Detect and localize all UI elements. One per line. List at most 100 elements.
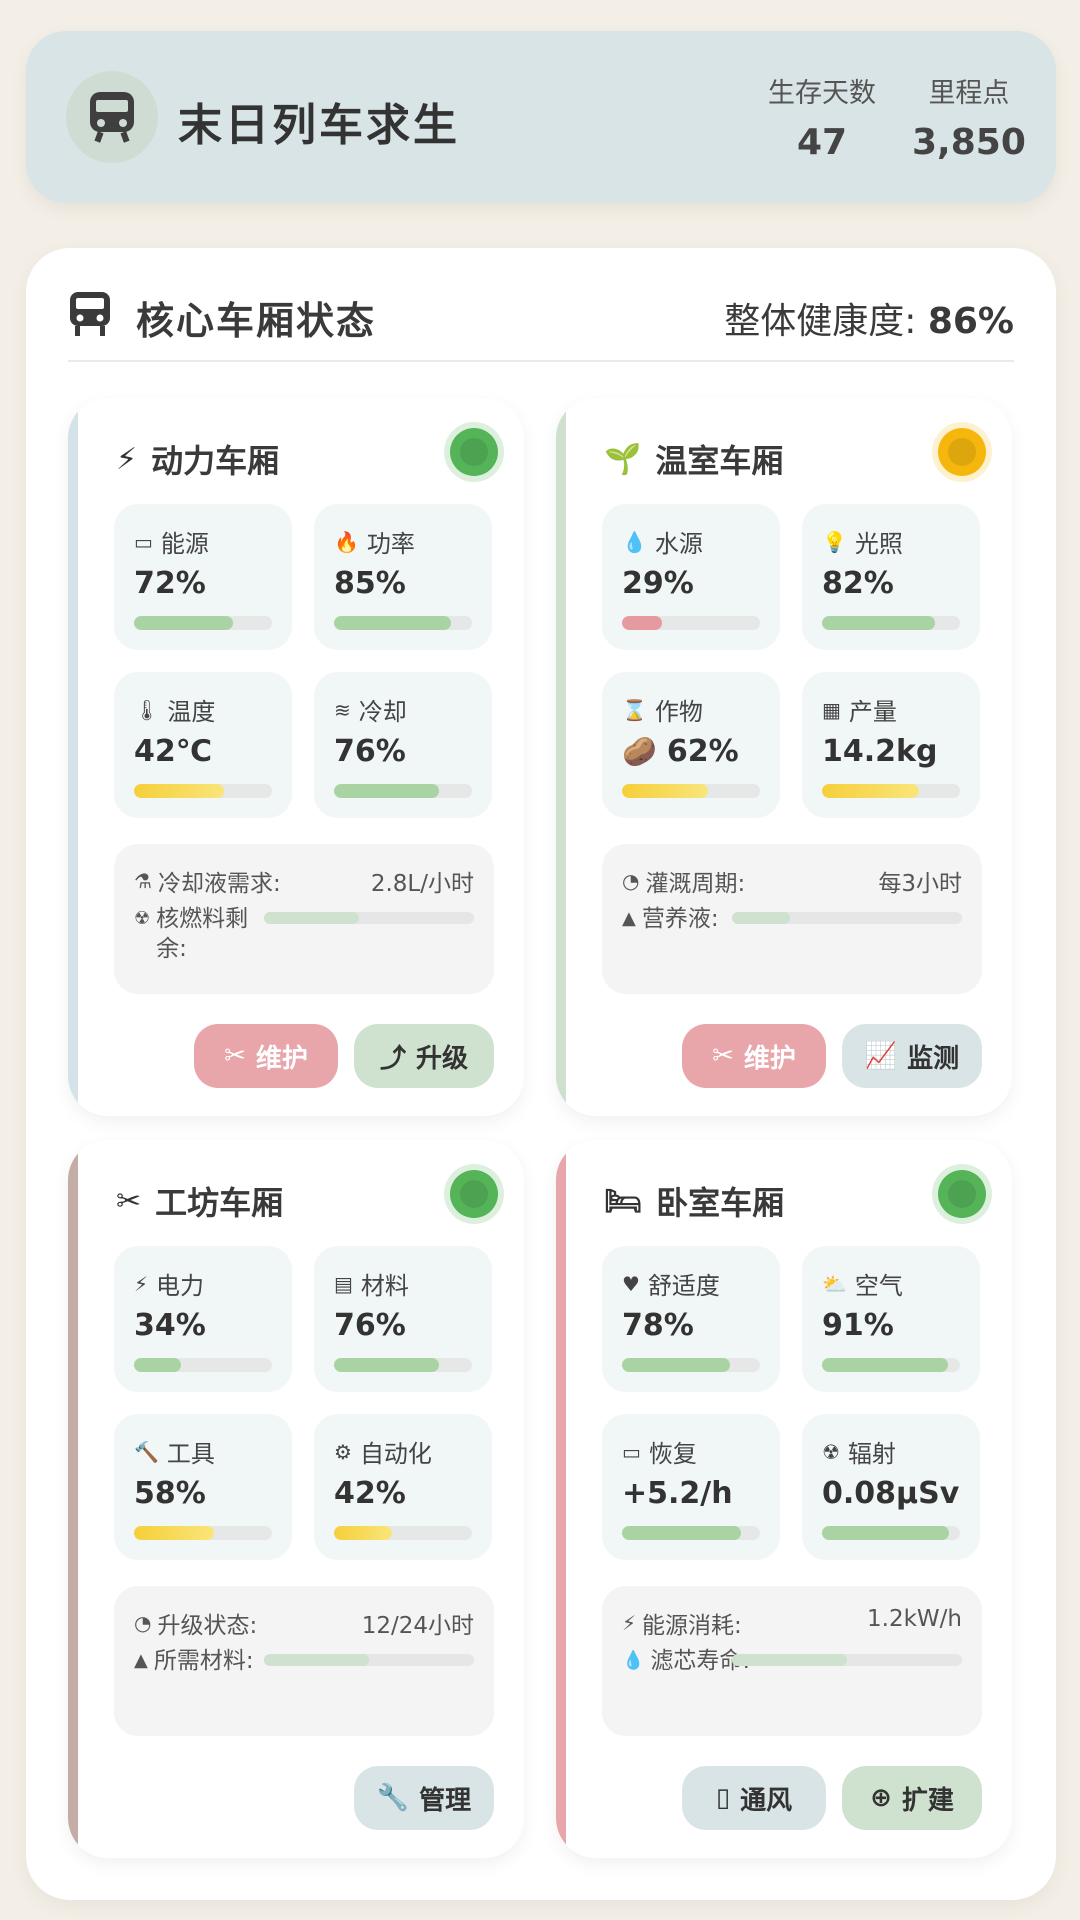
metric-value-row: 29%: [622, 566, 694, 601]
metric-card: ♥ 舒适度 78%: [602, 1246, 780, 1392]
metric-label-row: ♥ 舒适度: [622, 1266, 720, 1301]
car-card: ✂ 工坊车厢 ⚡ 电力 34% ▤ 材料 76% 🔨 工具 58% ⚙ 自动化 …: [68, 1140, 524, 1858]
metric-label: 工具: [166, 1440, 215, 1468]
metric-label: 电力: [156, 1272, 205, 1300]
info-value: 1.2kW/h: [867, 1606, 962, 1632]
box-icon: ▦: [822, 697, 841, 722]
car-card: 🛏 卧室车厢 ♥ 舒适度 78% ⛅ 空气 91% ▭ 恢复 +5.2/h ☢ …: [556, 1140, 1012, 1858]
panel-header: 核心车厢状态 整体健康度: 86%: [68, 286, 1014, 362]
fire-icon: 🔥: [334, 529, 359, 554]
button-label: 通风: [740, 1785, 793, 1816]
app-title: 末日列车求生: [178, 100, 460, 151]
metric-label-row: ▦ 产量: [822, 692, 897, 727]
metric-label-row: ☢ 辐射: [822, 1434, 896, 1469]
metric-card: ▦ 产量 14.2kg: [802, 672, 980, 818]
info-key-label: 核燃料剩余:: [156, 906, 249, 962]
health-value: 86%: [927, 301, 1014, 342]
metric-card: 💡 光照 82%: [802, 504, 980, 650]
progress-fill: [822, 1526, 949, 1540]
potato-icon: 🥔: [622, 735, 657, 768]
clock-icon: ◔: [134, 1611, 152, 1635]
metric-label: 产量: [848, 698, 897, 726]
metric-label-row: ⚙ 自动化: [334, 1434, 432, 1469]
metric-label-row: 💡 光照: [822, 524, 903, 559]
metric-label: 辐射: [847, 1440, 896, 1468]
car-accent-stripe: [68, 398, 78, 1116]
maintain-button[interactable]: ✂ 维护: [682, 1024, 826, 1088]
app-header: 末日列车求生 生存天数 47 里程点 3,850: [26, 31, 1056, 203]
button-label: 升级: [416, 1043, 469, 1074]
metric-card: 💧 水源 29%: [602, 504, 780, 650]
info-box: ◔ 灌溉周期: 每3小时 ▲ 营养液:: [602, 844, 982, 994]
metric-value-row: +5.2/h: [622, 1476, 733, 1511]
progress-bar: [622, 1526, 760, 1540]
metric-card: ≋ 冷却 76%: [314, 672, 492, 818]
stat-value: 47: [796, 122, 848, 163]
info-key-label: 所需材料:: [153, 1648, 254, 1674]
car-title-label: 温室车厢: [655, 442, 784, 480]
info-key: ⚗ 冷却液需求:: [134, 864, 281, 898]
progress-bar: [334, 1358, 472, 1372]
action-button[interactable]: ⤴ 升级: [354, 1024, 494, 1088]
warning-icon: ▲: [134, 1650, 148, 1671]
wrench-icon: 🔧: [376, 1783, 410, 1813]
maintain-button[interactable]: ✂ 维护: [194, 1024, 338, 1088]
info-key-label: 升级状态:: [157, 1613, 258, 1639]
car-title-label: 卧室车厢: [656, 1184, 785, 1222]
radiation-icon: ☢: [134, 908, 151, 929]
progress-fill: [822, 1358, 948, 1372]
car-accent-stripe: [68, 1140, 78, 1858]
metric-value-row: 76%: [334, 734, 406, 769]
info-row-secondary: ▲ 所需材料:: [134, 1646, 274, 1676]
metric-card: ⚡ 电力 34%: [114, 1246, 292, 1392]
info-progress-bar: [264, 912, 474, 924]
metric-label: 水源: [654, 530, 703, 558]
info-box: ⚡ 能源消耗: 1.2kW/h 💧 滤芯寿命:: [602, 1586, 982, 1736]
progress-bar: [822, 1358, 960, 1372]
metric-label: 舒适度: [647, 1272, 720, 1300]
metric-value: 58%: [134, 1476, 206, 1511]
boxes-icon: ▤: [334, 1271, 353, 1296]
progress-fill: [134, 784, 224, 798]
info-row: ⚗ 冷却液需求: 2.8L/小时: [134, 864, 474, 898]
action-button[interactable]: 🔧 管理: [354, 1766, 494, 1830]
button-label: 扩建: [901, 1785, 954, 1816]
progress-bar: [134, 1526, 272, 1540]
progress-fill: [334, 616, 452, 630]
metric-value-row: 42%: [334, 1476, 406, 1511]
metric-value-row: 78%: [622, 1308, 694, 1343]
progress-bar: [134, 784, 272, 798]
tools-icon: ✂: [712, 1041, 734, 1071]
info-key-label: 能源消耗:: [642, 1613, 742, 1639]
stat-label: 里程点: [928, 78, 1010, 109]
water-drop-icon: 💧: [622, 1650, 645, 1671]
action-button[interactable]: 📈 监测: [842, 1024, 982, 1088]
metric-value-row: 34%: [134, 1308, 206, 1343]
metric-value: 76%: [334, 734, 406, 769]
action-button[interactable]: ⊕ 扩建: [842, 1766, 982, 1830]
metric-value: 34%: [134, 1308, 206, 1343]
action-button[interactable]: ▯ 通风: [682, 1766, 826, 1830]
metric-value: 29%: [622, 566, 694, 601]
metric-label: 作物: [654, 698, 703, 726]
info-key: ⚡ 能源消耗:: [622, 1606, 742, 1640]
metric-value: 62%: [666, 734, 739, 769]
metric-label: 冷却: [358, 698, 407, 726]
metric-value: 85%: [334, 566, 406, 601]
info-progress-fill: [264, 1654, 369, 1666]
car-title-label: 工坊车厢: [155, 1184, 284, 1222]
info-value: 每3小时: [878, 871, 962, 897]
progress-fill: [134, 616, 234, 630]
metric-card: ▭ 能源 72%: [114, 504, 292, 650]
info-progress-fill: [732, 1654, 847, 1666]
metric-value: 82%: [822, 566, 894, 601]
train-icon: [68, 290, 112, 342]
battery-icon: ▭: [134, 529, 153, 554]
metric-card: ☢ 辐射 0.08μSv: [802, 1414, 980, 1560]
metric-value-row: 82%: [822, 566, 894, 601]
metric-value-row: 42℃: [134, 734, 212, 769]
progress-bar: [622, 1358, 760, 1372]
leaf-icon: 🌱: [604, 441, 642, 477]
metric-value: 42℃: [134, 734, 213, 769]
flask-icon: ⚗: [134, 869, 152, 893]
